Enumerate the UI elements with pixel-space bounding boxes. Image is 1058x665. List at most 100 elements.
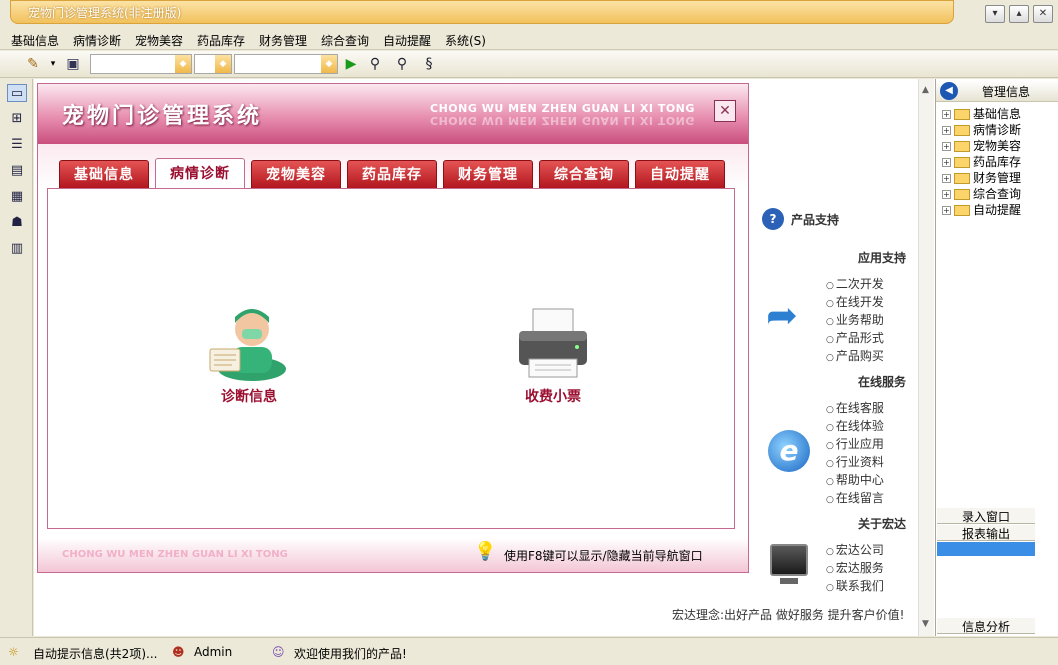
folder-icon [954,189,970,200]
product-support-heading: 产品支持 [791,213,840,227]
folder-icon [954,157,970,168]
expand-icon[interactable]: + [942,206,951,215]
link-help-center[interactable]: 帮助中心 [826,471,884,488]
printer-icon [519,308,587,378]
tree-item-diagnosis[interactable]: + 病情诊断 [942,121,1021,138]
tree-item-finance[interactable]: + 财务管理 [942,169,1021,186]
tree-icon[interactable]: ⊞ [7,110,27,128]
search-users-icon[interactable]: ⚲ [366,55,384,73]
link-product-form[interactable]: 产品形式 [826,329,884,346]
tab-inventory[interactable]: 药品库存 [347,160,437,189]
pencil-icon[interactable]: ✎ [24,55,42,73]
expand-icon[interactable]: + [942,110,951,119]
tree-item-query[interactable]: + 综合查询 [942,185,1021,202]
nav-content: 诊断信息 收费小票 [47,188,735,529]
monitor-icon [770,544,808,576]
slogan: 宏达理念:出好产品 做好服务 提升客户价值! [672,608,905,622]
preview-icon[interactable]: ▣ [64,55,82,73]
chart-icon[interactable]: ▦ [7,188,27,206]
scroll-down-icon[interactable]: ▼ [922,619,929,629]
menu-query[interactable]: 综合查询 [321,32,369,49]
bulb-icon: ☼ [8,645,19,659]
panel-header-title: 管理信息 [982,85,1031,99]
scroll-up-icon[interactable]: ▲ [922,85,929,95]
document-icon[interactable]: ▤ [7,162,27,180]
link-product-purchase[interactable]: 产品购买 [826,347,884,364]
link-company[interactable]: 宏达公司 [826,541,884,558]
lightbulb-icon: 💡 [474,541,497,562]
tree-item-reminder[interactable]: + 自动提醒 [942,201,1021,218]
back-arrow-icon[interactable]: ◀ [940,82,958,100]
list-icon[interactable]: ☰ [7,136,27,154]
combo-3[interactable]: ◆ [234,54,338,74]
receipt-item[interactable]: 收费小票 [498,307,608,406]
link-online-dev[interactable]: 在线开发 [826,293,884,310]
entry-window-button[interactable]: 录入窗口 [937,508,1035,524]
combo-1[interactable]: ◆ [90,54,192,74]
title-bar: 宠物门诊管理系统(非注册版) ▾ ▴ ✕ [0,0,1058,28]
users-icon[interactable]: ☗ [7,214,27,232]
tab-reminder[interactable]: 自动提醒 [635,160,725,189]
tab-finance[interactable]: 财务管理 [443,160,533,189]
combo-2[interactable]: ◆ [194,54,232,74]
monitor-stand [780,578,798,584]
minimize-button[interactable]: ▾ [985,5,1005,23]
menu-basic-info[interactable]: 基础信息 [11,32,59,49]
folder-open-icon [954,109,970,120]
menu-finance[interactable]: 财务管理 [259,32,307,49]
scrollbar[interactable]: ▲ ▼ [918,79,934,636]
link-industry-docs[interactable]: 行业资料 [826,453,884,470]
menu-inventory[interactable]: 药品库存 [197,32,245,49]
menu-bar: 基础信息 病情诊断 宠物美容 药品库存 财务管理 综合查询 自动提醒 系统(S) [0,29,1058,50]
help-icon: ? [762,208,784,230]
dropdown-arrow-icon[interactable]: ▾ [44,55,62,73]
play-icon[interactable]: ▶ [342,55,360,73]
window-title: 宠物门诊管理系统(非注册版) [28,6,182,20]
expand-icon[interactable]: + [942,126,951,135]
menu-grooming[interactable]: 宠物美容 [135,32,183,49]
tree-item-basic-info[interactable]: + 基础信息 [942,105,1021,122]
tab-diagnosis[interactable]: 病情诊断 [155,158,245,189]
nav-close-button[interactable]: ✕ [714,100,736,122]
menu-system[interactable]: 系统(S) [445,32,486,49]
link-secondary-dev[interactable]: 二次开发 [826,275,884,292]
filter-icon[interactable]: § [420,55,438,73]
report-output-button[interactable]: 报表输出 [937,525,1035,541]
tab-grooming[interactable]: 宠物美容 [251,160,341,189]
status-alerts[interactable]: 自动提示信息(共2项)... [33,645,157,662]
diagnosis-info-label: 诊断信息 [221,389,277,405]
search-icon[interactable]: ⚲ [393,55,411,73]
link-online-trial[interactable]: 在线体验 [826,417,884,434]
link-contact[interactable]: 联系我们 [826,577,884,594]
tree-item-inventory[interactable]: + 药品库存 [942,153,1021,170]
link-online-cs[interactable]: 在线客服 [826,399,884,416]
notes-icon[interactable]: ▥ [7,240,27,258]
expand-icon[interactable]: + [942,174,951,183]
tab-query[interactable]: 综合查询 [539,160,629,189]
link-service[interactable]: 宏达服务 [826,559,884,576]
status-bar: ☼ 自动提示信息(共2项)... ☻ Admin ☺ 欢迎使用我们的产品! [0,637,1058,665]
expand-icon[interactable]: + [942,190,951,199]
menu-diagnosis[interactable]: 病情诊断 [73,32,121,49]
close-button[interactable]: ✕ [1033,5,1053,23]
expand-icon[interactable]: + [942,158,951,167]
browser-icon: e [768,430,810,472]
link-online-message[interactable]: 在线留言 [826,489,884,506]
window-icon[interactable]: ▭ [7,84,27,102]
menu-reminder[interactable]: 自动提醒 [383,32,431,49]
doctor-icon [209,309,286,381]
maximize-button[interactable]: ▴ [1009,5,1029,23]
link-industry-app[interactable]: 行业应用 [826,435,884,452]
nav-footer: CHONG WU MEN ZHEN GUAN LI XI TONG 💡 使用F8… [38,538,748,572]
info-analysis-button[interactable]: 信息分析 [937,618,1035,634]
tree-item-grooming[interactable]: + 宠物美容 [942,137,1021,154]
panel-header: ◀ 管理信息 [936,80,1058,102]
tab-basic-info[interactable]: 基础信息 [59,160,149,189]
expand-icon[interactable]: + [942,142,951,151]
folder-icon [954,141,970,152]
nav-footer-english: CHONG WU MEN ZHEN GUAN LI XI TONG [62,549,288,560]
about-heading: 关于宏达 [858,517,907,531]
link-business-help[interactable]: 业务帮助 [826,311,884,328]
diagnosis-info-item[interactable]: 诊断信息 [194,299,304,406]
chevron-down-icon: ◆ [321,55,337,73]
